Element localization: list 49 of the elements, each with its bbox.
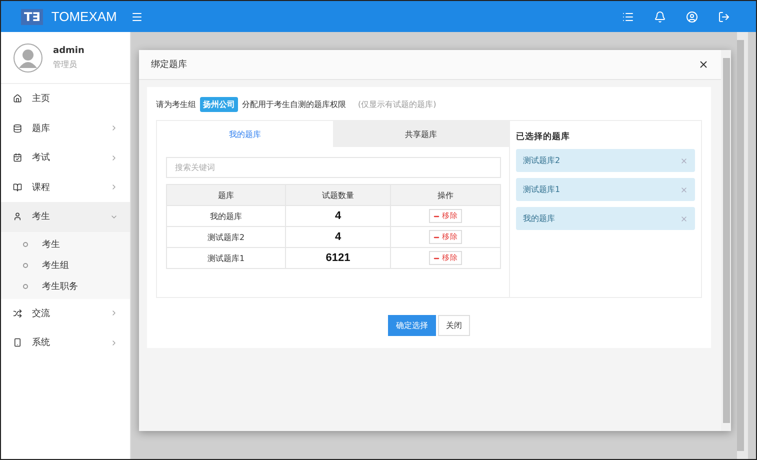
- menu-item-icon: [13, 153, 22, 162]
- close-icon[interactable]: [698, 59, 709, 70]
- chevron-icon: [110, 124, 118, 132]
- question-count: 4: [334, 210, 342, 222]
- menu-item-icon: [13, 182, 22, 192]
- table-cell: 测试题库1: [166, 248, 286, 268]
- column-header: 题库: [166, 184, 286, 206]
- tab[interactable]: 共享题库: [333, 121, 509, 147]
- hint-text: (仅显示有试题的题库): [358, 98, 436, 110]
- user-name: admin: [53, 46, 84, 56]
- chevron-icon: [110, 183, 118, 192]
- selected-item-label: 我的题库: [523, 213, 555, 224]
- question-count: 6121: [326, 252, 350, 264]
- question-count: 4: [334, 231, 342, 243]
- user-role: 管理员: [53, 58, 78, 70]
- submenu-item[interactable]: 考生: [1, 234, 130, 254]
- menu-icon[interactable]: [131, 10, 143, 22]
- selected-title: 已选择的题库: [516, 131, 571, 143]
- logout-icon[interactable]: [718, 10, 730, 22]
- table-cell: 我的题库: [166, 206, 286, 226]
- logo: T∃: [21, 8, 44, 24]
- submenu-item[interactable]: 考生职务: [1, 276, 130, 296]
- submenu-item[interactable]: 考生组: [1, 254, 130, 276]
- group-tag: 扬州公司: [200, 96, 238, 112]
- selected-item-label: 测试题库2: [523, 155, 560, 166]
- avatar: [13, 42, 43, 72]
- menu-item-icon: [13, 308, 22, 318]
- chevron-icon: [110, 154, 118, 162]
- bell-icon[interactable]: [654, 10, 666, 22]
- column-header: 试题数量: [286, 184, 390, 206]
- chevron-icon: [110, 309, 118, 318]
- selected-item-label: 测试题库1: [523, 184, 560, 195]
- menu-item-icon: [13, 338, 22, 348]
- table-cell: 测试题库2: [166, 226, 286, 248]
- dialog-title: 绑定题库: [151, 58, 187, 71]
- intro-text: 请为考生组: [156, 98, 196, 110]
- chevron-icon: [110, 338, 118, 347]
- intro-text: 分配用于考生自测的题库权限: [242, 98, 346, 110]
- user-icon[interactable]: [686, 10, 698, 22]
- brand-name: TOMEXAM: [51, 9, 117, 24]
- menu-item-icon: [13, 94, 22, 104]
- scrollbar[interactable]: [737, 32, 748, 459]
- menu-item-icon: [13, 124, 22, 133]
- close-button[interactable]: 关闭: [438, 315, 470, 336]
- scrollbar[interactable]: [721, 50, 731, 431]
- menu-item-icon: [13, 212, 22, 222]
- sidebar-item[interactable]: 考生: [1, 202, 130, 232]
- column-header: 操作: [390, 184, 500, 206]
- search-field[interactable]: 搜索关键词: [166, 157, 501, 178]
